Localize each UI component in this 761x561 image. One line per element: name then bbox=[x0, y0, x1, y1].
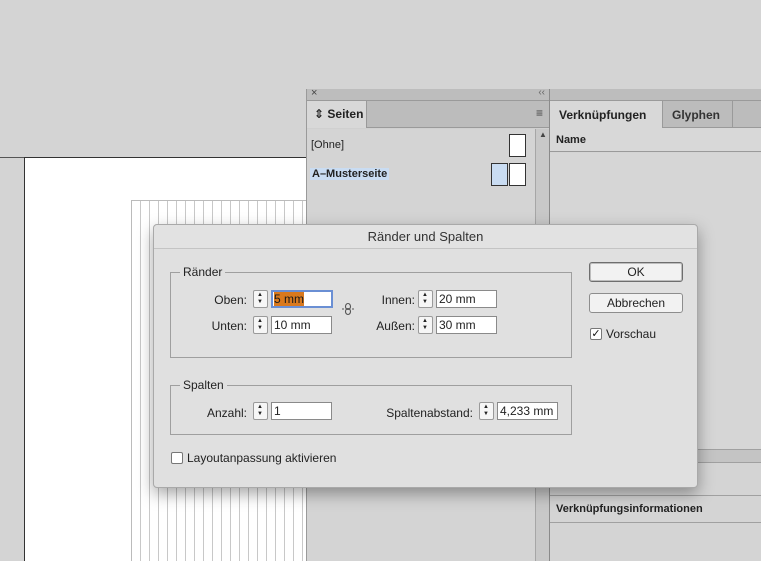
columns-legend: Spalten bbox=[180, 378, 227, 392]
layout-adjust-label[interactable]: Layoutanpassung aktivieren bbox=[187, 451, 336, 465]
column-count-stepper[interactable]: ▲ ▼ bbox=[253, 402, 268, 420]
stepper-up-icon[interactable]: ▲ bbox=[257, 404, 263, 411]
links-info-header[interactable]: Verknüpfungsinformationen bbox=[550, 495, 761, 523]
top-margin-value: 5 mm bbox=[274, 292, 304, 306]
column-count-label: Anzahl: bbox=[206, 406, 247, 420]
panel-strip: × ‹‹ bbox=[307, 87, 549, 101]
bottom-margin-label: Unten: bbox=[211, 319, 247, 333]
dialog-title: Ränder und Spalten bbox=[154, 225, 697, 249]
stepper-up-icon[interactable]: ▲ bbox=[257, 292, 263, 299]
stepper-down-icon[interactable]: ▼ bbox=[483, 411, 489, 418]
preview-label[interactable]: Vorschau bbox=[606, 327, 656, 341]
gutter-label: Spaltenabstand: bbox=[386, 406, 473, 420]
outside-margin-input[interactable]: 30 mm bbox=[436, 316, 497, 334]
ok-button[interactable]: OK bbox=[589, 262, 683, 282]
page-thumbnail[interactable] bbox=[509, 134, 526, 157]
top-margin-stepper[interactable]: ▲ ▼ bbox=[253, 290, 268, 308]
layout-adjust-checkbox[interactable] bbox=[171, 452, 183, 464]
tab-pages-label: Seiten bbox=[327, 107, 364, 121]
master-thumbnail-right[interactable] bbox=[509, 163, 526, 186]
stepper-down-icon[interactable]: ▼ bbox=[257, 411, 263, 418]
scroll-up-icon[interactable]: ▲ bbox=[539, 130, 547, 139]
tab-links[interactable]: Verknüpfungen bbox=[550, 101, 663, 128]
tab-pages[interactable]: ⇕ Seiten bbox=[307, 101, 367, 128]
inside-margin-stepper[interactable]: ▲ ▼ bbox=[418, 290, 433, 308]
preview-checkbox[interactable]: ✓ bbox=[590, 328, 602, 340]
stepper-down-icon[interactable]: ▼ bbox=[422, 299, 428, 306]
columns-group: Spalten Anzahl: ▲ ▼ 1 Spaltenabstand: ▲ … bbox=[170, 378, 572, 435]
outside-margin-stepper[interactable]: ▲ ▼ bbox=[418, 316, 433, 334]
links-column-header[interactable]: Name bbox=[550, 128, 761, 152]
stepper-up-icon[interactable]: ▲ bbox=[422, 292, 428, 299]
gutter-stepper[interactable]: ▲ ▼ bbox=[479, 402, 494, 420]
master-thumbnail-left[interactable] bbox=[491, 163, 508, 186]
page-item-none[interactable]: [Ohne] bbox=[307, 131, 535, 159]
stepper-down-icon[interactable]: ▼ bbox=[257, 299, 263, 306]
outside-margin-label: Außen: bbox=[376, 319, 415, 333]
close-icon[interactable]: × bbox=[311, 87, 317, 99]
page-item-master-a[interactable]: A–Musterseite bbox=[307, 160, 535, 188]
tab-glyphs[interactable]: Glyphen bbox=[663, 101, 733, 128]
stepper-down-icon[interactable]: ▼ bbox=[257, 325, 263, 332]
stepper-up-icon[interactable]: ▲ bbox=[422, 318, 428, 325]
cancel-button[interactable]: Abbrechen bbox=[589, 293, 683, 313]
pages-tabbar: ⇕ Seiten ≡ bbox=[307, 101, 549, 128]
checkmark-icon: ✓ bbox=[591, 328, 601, 340]
links-tabbar: Verknüpfungen Glyphen bbox=[550, 101, 761, 128]
inside-margin-label: Innen: bbox=[381, 293, 415, 307]
page-item-label: A–Musterseite bbox=[310, 168, 390, 180]
top-margin-input[interactable]: 5 mm bbox=[271, 290, 333, 308]
bottom-margin-stepper[interactable]: ▲ ▼ bbox=[253, 316, 268, 334]
collapse-icon[interactable]: ‹‹ bbox=[538, 87, 545, 98]
gutter-input[interactable]: 4,233 mm bbox=[497, 402, 558, 420]
page-item-label: [Ohne] bbox=[311, 139, 345, 151]
panel-strip bbox=[550, 89, 761, 101]
stepper-up-icon[interactable]: ▲ bbox=[483, 404, 489, 411]
top-margin-label: Oben: bbox=[214, 293, 247, 307]
column-count-input[interactable]: 1 bbox=[271, 402, 332, 420]
sort-arrows-icon: ⇕ bbox=[314, 107, 325, 121]
chain-link-icon[interactable] bbox=[341, 302, 355, 316]
inside-margin-input[interactable]: 20 mm bbox=[436, 290, 497, 308]
stepper-up-icon[interactable]: ▲ bbox=[257, 318, 263, 325]
margins-group: Ränder Oben: ▲ ▼ 5 mm Unten: ▲ ▼ 10 mm I… bbox=[170, 265, 572, 358]
margins-legend: Ränder bbox=[180, 265, 226, 279]
panel-menu-icon[interactable]: ≡ bbox=[536, 106, 543, 120]
stepper-down-icon[interactable]: ▼ bbox=[422, 325, 428, 332]
margins-columns-dialog: Ränder und Spalten Ränder Oben: ▲ ▼ 5 mm… bbox=[153, 224, 698, 488]
bottom-margin-input[interactable]: 10 mm bbox=[271, 316, 332, 334]
